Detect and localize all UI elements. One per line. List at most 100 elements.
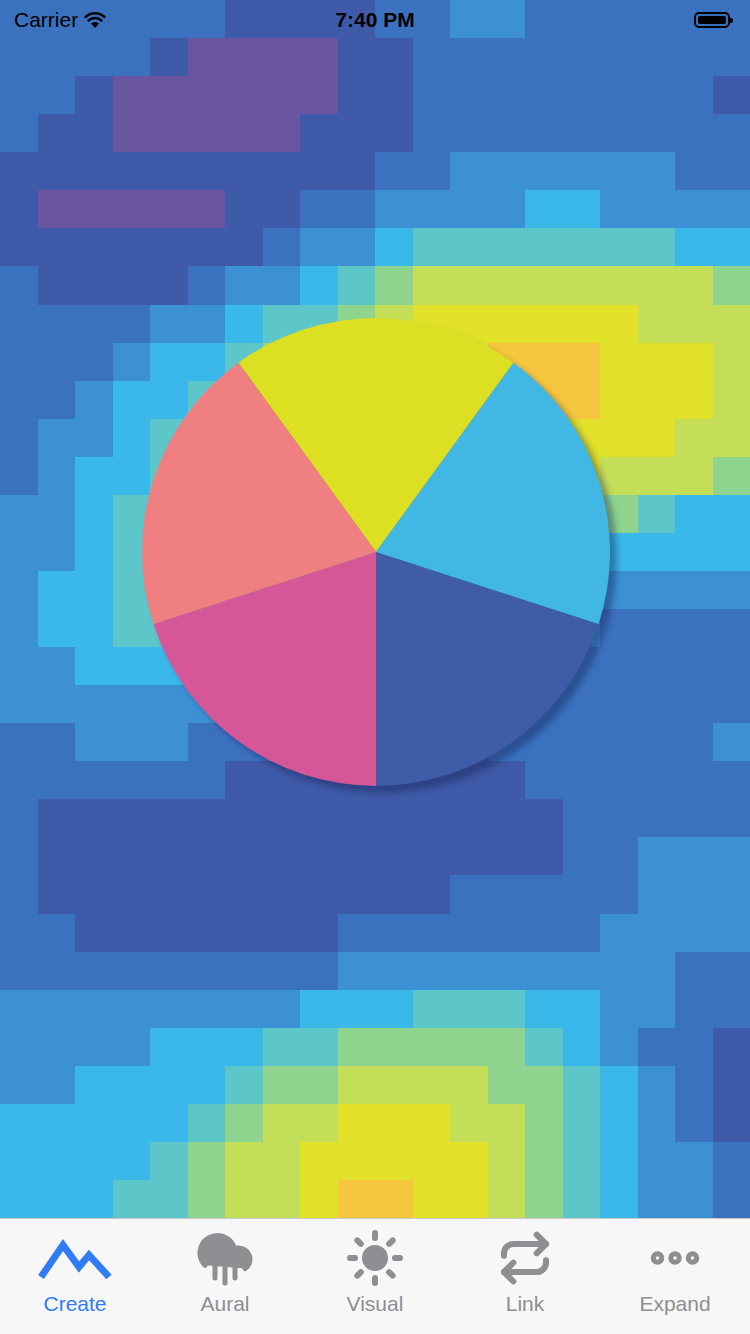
heatmap-cell [263, 114, 301, 153]
tab-item[interactable]: Link [450, 1219, 600, 1334]
heatmap-cell [300, 837, 338, 876]
heatmap-cell [638, 114, 676, 153]
tab-label: Aural [200, 1291, 249, 1317]
heatmap-cell [188, 1028, 226, 1067]
heatmap-cell [263, 228, 301, 267]
heatmap-cell [525, 343, 563, 382]
heatmap-cell [38, 419, 76, 458]
heatmap-cell [675, 266, 713, 305]
heatmap-cell [0, 533, 38, 572]
heatmap-cell [413, 190, 451, 229]
heatmap-cell [563, 152, 601, 191]
heatmap-cell [0, 571, 38, 610]
heatmap-cell [413, 875, 451, 914]
heatmap-cell [0, 761, 38, 800]
tab-item[interactable]: Visual [300, 1219, 450, 1334]
heatmap-cell [638, 419, 676, 458]
heatmap-cell [113, 685, 151, 724]
heatmap-cell [675, 457, 713, 496]
heatmap-cell [38, 266, 76, 305]
heatmap-cell [188, 343, 226, 382]
heatmap-cell [713, 952, 750, 991]
heatmap-cell [413, 152, 451, 191]
heatmap-cell [300, 0, 338, 39]
heatmap-cell [188, 114, 226, 153]
heatmap-cell [75, 990, 113, 1029]
wheel-segment[interactable] [142, 363, 376, 625]
heatmap-cell [413, 114, 451, 153]
heatmap-cell [675, 837, 713, 876]
heatmap-cell [300, 1066, 338, 1105]
heatmap-cell [563, 723, 601, 762]
heatmap-cell [638, 1142, 676, 1181]
heatmap-cell [188, 152, 226, 191]
heatmap-cell [563, 1104, 601, 1143]
heatmap-cell [713, 990, 750, 1029]
heatmap-cell [488, 114, 526, 153]
heatmap-cell [38, 228, 76, 267]
heatmap-cell [263, 875, 301, 914]
tab-item[interactable]: Create [0, 1219, 150, 1334]
heatmap-cell [338, 1104, 376, 1143]
heatmap-cell [225, 266, 263, 305]
heatmap-cell [525, 761, 563, 800]
heatmap-cell [488, 837, 526, 876]
heatmap-cell [488, 1066, 526, 1105]
wheel-segment[interactable] [376, 552, 599, 786]
heatmap-cell [713, 875, 750, 914]
heatmap-cell [563, 837, 601, 876]
tab-label: Expand [639, 1291, 710, 1317]
heatmap-cell [75, 1066, 113, 1105]
heatmap-cell [188, 190, 226, 229]
tab-item[interactable]: Expand [600, 1219, 750, 1334]
heatmap-cell [338, 952, 376, 991]
tab-label: Link [506, 1291, 545, 1317]
heatmap-cell [413, 228, 451, 267]
heatmap-cell [638, 190, 676, 229]
heatmap-cell [113, 990, 151, 1029]
tab-item[interactable]: Aural [150, 1219, 300, 1334]
heatmap-cell [150, 837, 188, 876]
heatmap-cell [338, 228, 376, 267]
color-wheel[interactable] [140, 316, 612, 788]
heatmap-cell [150, 190, 188, 229]
heatmap-cell [713, 1066, 750, 1105]
heatmap-cell [563, 1028, 601, 1067]
heatmap-cell [563, 266, 601, 305]
tab-bar: Create Aural Visual Link Expand [0, 1218, 750, 1334]
heatmap-cell [563, 114, 601, 153]
heatmap-cell [375, 1028, 413, 1067]
heatmap-cell [0, 875, 38, 914]
heatmap-cell [413, 914, 451, 953]
heatmap-cell [75, 228, 113, 267]
heatmap-cell [263, 799, 301, 838]
heatmap-cell [188, 228, 226, 267]
heatmap-cell [563, 685, 601, 724]
heatmap-cell [713, 381, 750, 420]
heatmap-cell [338, 990, 376, 1029]
heatmap-cell [188, 1104, 226, 1143]
heatmap-cell [0, 419, 38, 458]
heatmap-cell [0, 152, 38, 191]
heatmap-cell [450, 799, 488, 838]
heatmap-cell [338, 799, 376, 838]
heatmap-cell [38, 837, 76, 876]
heatmap-cell [375, 76, 413, 115]
heatmap-cell [638, 799, 676, 838]
mountain-icon [37, 1231, 113, 1285]
heatmap-cell [675, 533, 713, 572]
heatmap-cell [75, 685, 113, 724]
heatmap-cell [638, 1028, 676, 1067]
heatmap-cell [713, 305, 750, 344]
heatmap-cell [488, 305, 526, 344]
heatmap-cell [225, 38, 263, 77]
heatmap-cell [113, 1142, 151, 1181]
heatmap-cell [450, 114, 488, 153]
heatmap-cell [75, 723, 113, 762]
heatmap-cell [0, 685, 38, 724]
heatmap-cell [713, 228, 750, 267]
heatmap-cell [675, 571, 713, 610]
heatmap-cell [450, 1104, 488, 1143]
heatmap-cell [113, 266, 151, 305]
heatmap-cell [188, 837, 226, 876]
